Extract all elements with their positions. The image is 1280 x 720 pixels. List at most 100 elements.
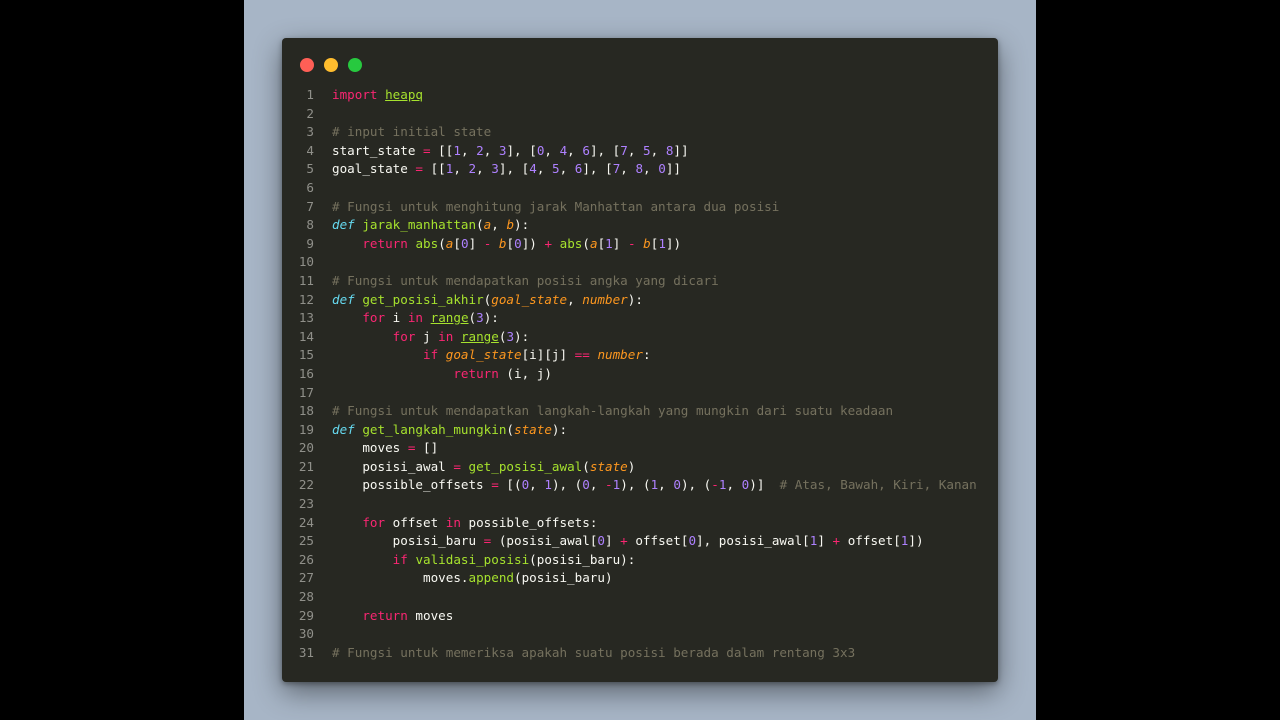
code-line: 2 xyxy=(282,105,998,124)
code-token: range xyxy=(430,310,469,326)
line-number: 18 xyxy=(298,403,314,419)
code-token: 5 xyxy=(643,142,651,158)
line-number: 17 xyxy=(298,384,314,400)
code-token: import xyxy=(332,87,378,102)
close-dot-icon[interactable] xyxy=(300,58,314,72)
code-token: # Fungsi untuk menghitung jarak Manhatta… xyxy=(332,198,780,214)
code-token: , xyxy=(627,142,644,158)
code-line: 14 for j in range(3): xyxy=(282,328,998,347)
code-token: offset[ xyxy=(840,533,901,549)
code-token: + xyxy=(544,235,553,251)
code-token: , xyxy=(567,291,583,307)
code-line: 18 # Fungsi untuk mendapatkan langkah-lan… xyxy=(282,402,998,421)
code-token: (posisi_awal[ xyxy=(491,533,598,549)
code-token: ], [ xyxy=(582,161,613,177)
code-line: 5 goal_state = [[1, 2, 3], [4, 5, 6], [7,… xyxy=(282,160,998,179)
code-token: , xyxy=(658,477,674,493)
code-token: - xyxy=(605,477,613,493)
code-token: , xyxy=(491,217,507,233)
code-line: 12 def get_posisi_akhir(goal_state, numbe… xyxy=(282,291,998,310)
code-token: 0 xyxy=(597,533,605,549)
code-line: 22 possible_offsets = [(0, 1), (0, -1), … xyxy=(282,476,998,495)
code-token: + xyxy=(832,533,841,549)
code-line: 11 # Fungsi untuk mendapatkan posisi angk… xyxy=(282,272,998,291)
code-line: 24 for offset in possible_offsets: xyxy=(282,514,998,533)
code-token: ], [ xyxy=(498,161,530,177)
code-token: 0 xyxy=(673,477,681,493)
code-line: 29 return moves xyxy=(282,607,998,626)
code-line: 19 def get_langkah_mungkin(state): xyxy=(282,421,998,440)
line-number: 5 xyxy=(306,161,314,177)
code-line: 28 xyxy=(282,588,998,607)
code-text: if validasi_posisi(posisi_baru): xyxy=(332,551,636,570)
code-token: 0 xyxy=(688,533,697,549)
code-block[interactable]: 1 import heapq 2 3 # input initial state 4 sta… xyxy=(282,86,998,662)
code-line: 15 if goal_state[i][j] == number: xyxy=(282,346,998,365)
maximize-dot-icon[interactable] xyxy=(348,58,362,72)
code-token: ]) xyxy=(665,235,682,251)
code-token: ): xyxy=(627,291,643,307)
code-token: possible_offsets: xyxy=(460,514,598,530)
code-token: start_state xyxy=(332,142,423,158)
line-number: 27 xyxy=(298,570,314,586)
code-token: , xyxy=(643,161,659,177)
code-token: , xyxy=(544,142,560,158)
code-token: number xyxy=(597,347,643,363)
code-token: [[ xyxy=(430,142,454,158)
line-number: 28 xyxy=(298,589,314,605)
code-text: # Fungsi untuk mendapatkan posisi angka … xyxy=(332,272,719,291)
code-token: validasi_posisi xyxy=(415,551,530,567)
code-text: start_state = [[1, 2, 3], [0, 4, 6], [7,… xyxy=(332,142,689,161)
code-text: # Fungsi untuk mendapatkan langkah-langk… xyxy=(332,402,893,421)
code-token: , xyxy=(620,161,636,177)
code-text: for offset in possible_offsets: xyxy=(332,514,597,533)
code-token: offset xyxy=(385,514,446,530)
code-text: return moves xyxy=(332,607,453,626)
code-token: # Atas, Bawah, Kiri, Kanan xyxy=(779,477,977,493)
code-token: [ xyxy=(453,235,461,251)
minimize-dot-icon[interactable] xyxy=(324,58,338,72)
code-token: moves xyxy=(407,607,454,623)
code-token: ): xyxy=(483,310,499,326)
code-token: ] xyxy=(605,533,621,549)
code-token: , xyxy=(483,142,499,158)
code-token: ], posisi_awal[ xyxy=(696,533,810,549)
code-line: 10 xyxy=(282,253,998,272)
code-token: 0 xyxy=(582,477,590,493)
code-token: moves xyxy=(332,440,408,456)
code-token: ( xyxy=(506,421,514,437)
code-line: 23 xyxy=(282,495,998,514)
code-token: [[ xyxy=(423,161,446,177)
code-token: , xyxy=(559,161,575,177)
code-token: get_langkah_mungkin xyxy=(362,421,507,437)
code-token: + xyxy=(620,533,628,549)
code-token: [] xyxy=(415,440,439,456)
line-number: 4 xyxy=(306,142,314,158)
code-token: 0 xyxy=(460,235,469,251)
code-text: moves = [] xyxy=(332,439,438,458)
code-token: , xyxy=(529,477,545,493)
code-token: ], [ xyxy=(506,142,537,158)
code-text: # Fungsi untuk memeriksa apakah suatu po… xyxy=(332,644,855,663)
code-token: 6 xyxy=(582,142,590,158)
code-line: 25 posisi_baru = (posisi_awal[0] + offse… xyxy=(282,532,998,551)
line-number: 24 xyxy=(298,514,314,530)
code-token: ), ( xyxy=(680,477,712,493)
line-number: 14 xyxy=(298,328,314,344)
code-line: 7 # Fungsi untuk menghitung jarak Manhatt… xyxy=(282,198,998,217)
code-token: b xyxy=(498,235,507,251)
code-token: offset[ xyxy=(627,533,689,549)
code-token: : xyxy=(642,347,651,363)
code-line: 9 return abs(a[0] - b[0]) + abs(a[1] - b… xyxy=(282,235,998,254)
code-token: ( xyxy=(438,235,446,251)
code-token: ], [ xyxy=(589,142,621,158)
code-line: 26 if validasi_posisi(posisi_baru): xyxy=(282,551,998,570)
code-token: , xyxy=(460,142,477,158)
code-token: b xyxy=(643,235,651,251)
code-token: b xyxy=(506,217,515,233)
code-token: ]) xyxy=(908,533,924,549)
code-line: 21 posisi_awal = get_posisi_awal(state) xyxy=(282,458,998,477)
